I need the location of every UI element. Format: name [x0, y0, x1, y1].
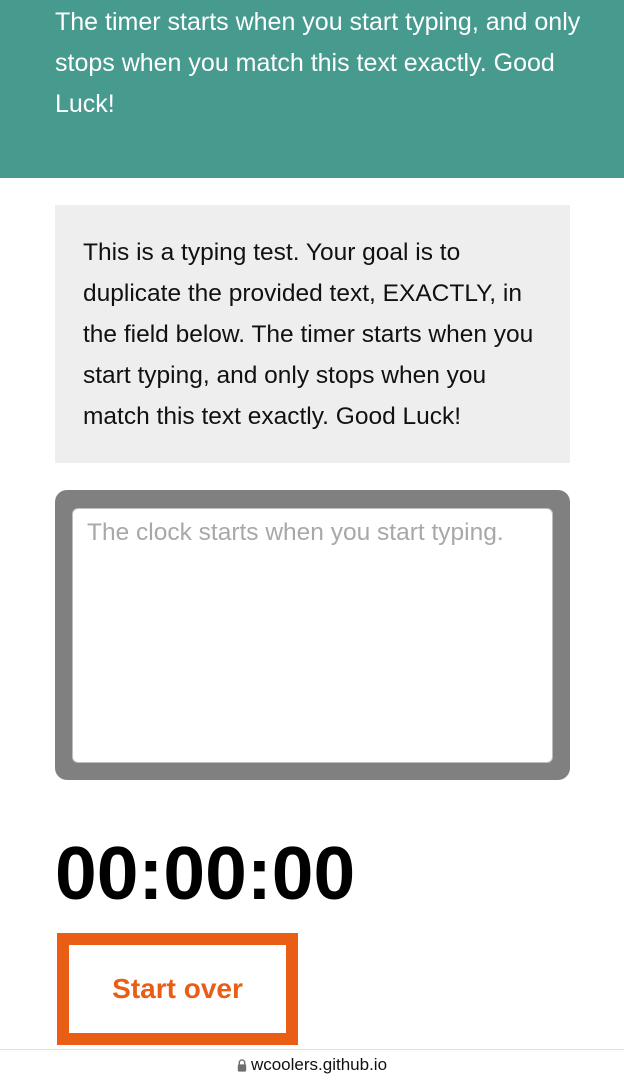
start-over-button[interactable]: Start over — [57, 933, 298, 1045]
origin-text-box: This is a typing test. Your goal is to d… — [55, 205, 570, 463]
browser-url-bar[interactable]: wcoolers.github.io — [0, 1049, 624, 1080]
origin-text: This is a typing test. Your goal is to d… — [83, 239, 534, 430]
timer-display: 00:00:00 — [55, 831, 356, 915]
test-area-wrapper — [55, 490, 570, 780]
intro-banner: The timer starts when you start typing, … — [0, 0, 624, 178]
intro-text: The timer starts when you start typing, … — [55, 8, 581, 118]
lock-icon — [237, 1058, 247, 1072]
test-area-input[interactable] — [72, 508, 553, 763]
url-text: wcoolers.github.io — [250, 1055, 388, 1074]
